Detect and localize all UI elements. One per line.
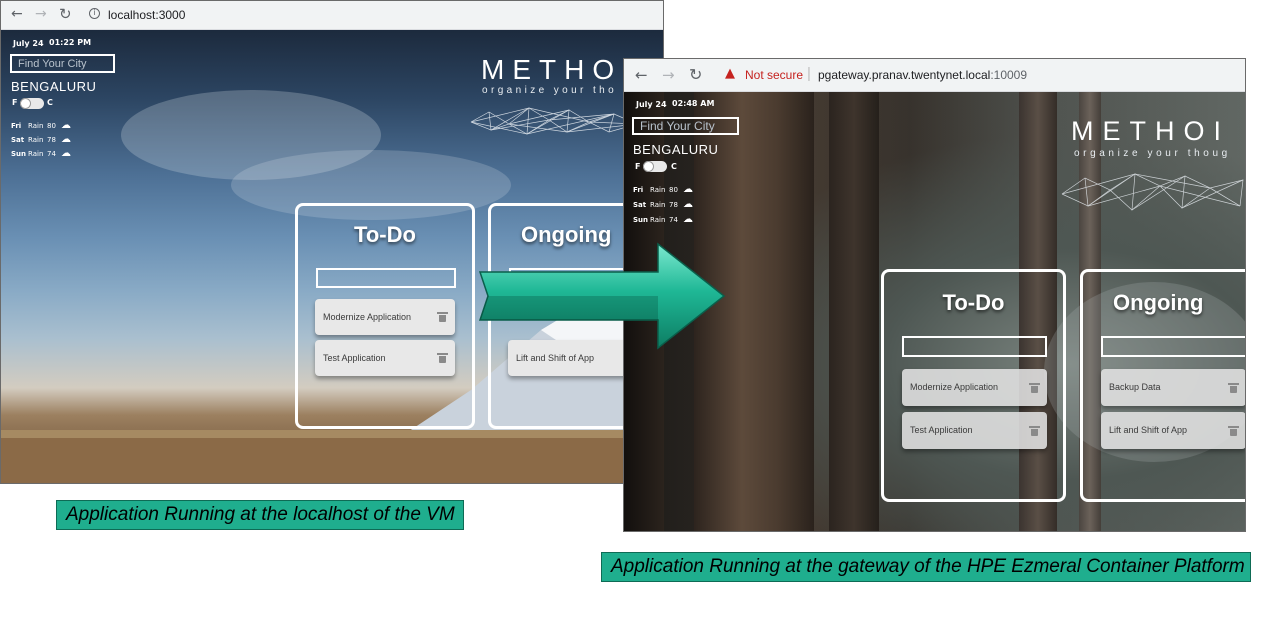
forecast-row: Sun Rain 74 ☁ — [633, 214, 693, 225]
time-label: 01:22 PM — [49, 38, 92, 47]
rain-cloud-icon: ☁ — [683, 214, 693, 225]
tree-trunk — [829, 92, 879, 531]
localhost-caption: Application Running at the localhost of … — [56, 500, 464, 530]
time-label: 02:48 AM — [672, 99, 715, 108]
forecast-condition: Rain — [28, 136, 44, 144]
back-arrow-icon[interactable]: ← — [11, 6, 23, 22]
forward-arrow-icon[interactable]: → — [35, 6, 47, 22]
task-label: Lift and Shift of App — [1109, 425, 1188, 435]
trash-icon[interactable] — [1029, 383, 1040, 393]
trash-icon[interactable] — [437, 312, 448, 322]
ongoing-column: Ongoing Backup Data Lift and Shift of App — [1080, 269, 1245, 502]
forecast-row: Fri Rain 80 ☁ — [633, 184, 693, 195]
city-name: BENGALURU — [633, 142, 719, 157]
forecast-condition: Rain — [650, 216, 666, 224]
celsius-label: C — [47, 98, 53, 107]
back-arrow-icon[interactable]: ← — [635, 66, 648, 84]
task-label: Backup Data — [1109, 382, 1161, 392]
forecast-day: Fri — [633, 186, 644, 194]
app-brand-title: METHO — [481, 54, 623, 85]
rain-cloud-icon: ☁ — [61, 148, 71, 159]
task-label: Modernize Application — [910, 382, 999, 392]
fahrenheit-label: F — [635, 162, 641, 171]
todo-column: To-Do Modernize Application Test Applicat… — [881, 269, 1066, 502]
forecast-condition: Rain — [28, 150, 44, 158]
reload-icon[interactable]: ↻ — [59, 5, 72, 23]
rain-cloud-icon: ☁ — [61, 134, 71, 145]
trash-icon[interactable] — [437, 353, 448, 363]
forecast-day: Sun — [633, 216, 649, 224]
browser-toolbar: ← → ↻ ▲ Not secure | pgateway.pranav.twe… — [624, 59, 1245, 92]
celsius-label: C — [671, 162, 677, 171]
not-secure-label[interactable]: Not secure — [745, 68, 803, 82]
app-tagline: organize your thoug — [1074, 148, 1231, 159]
date-label: July 24 — [636, 100, 667, 109]
forecast-temp: 80 — [47, 122, 56, 130]
date-label: July 24 — [13, 39, 44, 48]
network-mesh-graphic — [1061, 173, 1244, 211]
rain-cloud-icon: ☁ — [61, 120, 71, 131]
forecast-row: Sat Rain 78 ☁ — [11, 134, 71, 145]
forecast-temp: 80 — [669, 186, 678, 194]
city-search-input[interactable] — [10, 54, 115, 73]
forecast-temp: 74 — [47, 150, 56, 158]
todo-column: To-Do Modernize Application Test Applicat… — [295, 203, 475, 429]
unit-toggle[interactable] — [643, 161, 667, 172]
task-card[interactable]: Test Application — [315, 340, 455, 376]
todo-title: To-Do — [354, 222, 416, 247]
right-arrow-icon — [478, 242, 726, 350]
forecast-row: Sat Rain 78 ☁ — [633, 199, 693, 210]
trash-icon[interactable] — [1029, 426, 1040, 436]
app-tagline: organize your tho — [482, 85, 618, 96]
warning-icon[interactable]: ▲ — [725, 66, 735, 81]
trash-icon[interactable] — [1228, 426, 1239, 436]
unit-toggle[interactable] — [20, 98, 44, 109]
forecast-row: Fri Rain 80 ☁ — [11, 120, 71, 131]
forecast-temp: 78 — [47, 136, 56, 144]
task-label: Test Application — [910, 425, 973, 435]
ongoing-input[interactable] — [1101, 336, 1245, 357]
forecast-condition: Rain — [28, 122, 44, 130]
forecast-day: Sat — [11, 136, 25, 144]
todo-input[interactable] — [902, 336, 1047, 357]
todo-title: To-Do — [942, 290, 1005, 315]
forecast-condition: Rain — [650, 201, 666, 209]
network-mesh-graphic — [470, 107, 638, 135]
url-port: :10009 — [990, 68, 1028, 82]
task-label: Modernize Application — [323, 312, 412, 322]
task-label: Lift and Shift of App — [516, 353, 595, 363]
forecast-temp: 74 — [669, 216, 678, 224]
task-card[interactable]: Test Application — [902, 412, 1047, 449]
forecast-condition: Rain — [650, 186, 666, 194]
task-card[interactable]: Lift and Shift of App — [1101, 412, 1245, 449]
address-bar-url[interactable]: localhost:3000 — [108, 8, 185, 22]
browser-toolbar: ← → ↻ i localhost:3000 — [1, 1, 663, 30]
forecast-row: Sun Rain 74 ☁ — [11, 148, 71, 159]
gateway-caption: Application Running at the gateway of th… — [601, 552, 1251, 582]
task-card[interactable]: Backup Data — [1101, 369, 1245, 406]
forecast-day: Fri — [11, 122, 22, 130]
ongoing-title: Ongoing — [1113, 290, 1204, 315]
city-search-input[interactable] — [632, 117, 739, 135]
task-label: Test Application — [323, 353, 386, 363]
forecast-temp: 78 — [669, 201, 678, 209]
forecast-day: Sat — [633, 201, 647, 209]
url-host: pgateway.pranav.twentynet.local — [818, 68, 991, 82]
reload-icon[interactable]: ↻ — [689, 65, 702, 84]
rain-cloud-icon: ☁ — [683, 199, 693, 210]
trash-icon[interactable] — [1228, 383, 1239, 393]
task-card[interactable]: Modernize Application — [315, 299, 455, 335]
forward-arrow-icon[interactable]: → — [662, 66, 675, 84]
city-name: BENGALURU — [11, 79, 97, 94]
url-divider: | — [807, 65, 811, 82]
app-brand-title: METHOI — [1071, 116, 1230, 146]
fahrenheit-label: F — [12, 98, 18, 107]
todo-input[interactable] — [316, 268, 456, 288]
info-icon[interactable]: i — [89, 8, 100, 19]
rain-cloud-icon: ☁ — [683, 184, 693, 195]
task-card[interactable]: Modernize Application — [902, 369, 1047, 406]
forecast-day: Sun — [11, 150, 27, 158]
address-bar-url[interactable]: pgateway.pranav.twentynet.local:10009 — [818, 68, 1027, 82]
